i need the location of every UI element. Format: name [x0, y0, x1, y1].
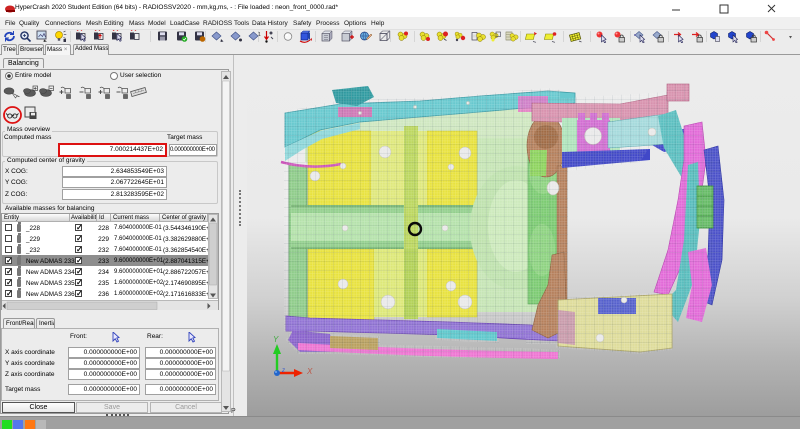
svg-text:1: 1 — [258, 32, 261, 38]
svg-text:z: z — [281, 368, 285, 374]
svg-text:Y: Y — [273, 335, 279, 344]
svg-text:X: X — [306, 367, 313, 376]
